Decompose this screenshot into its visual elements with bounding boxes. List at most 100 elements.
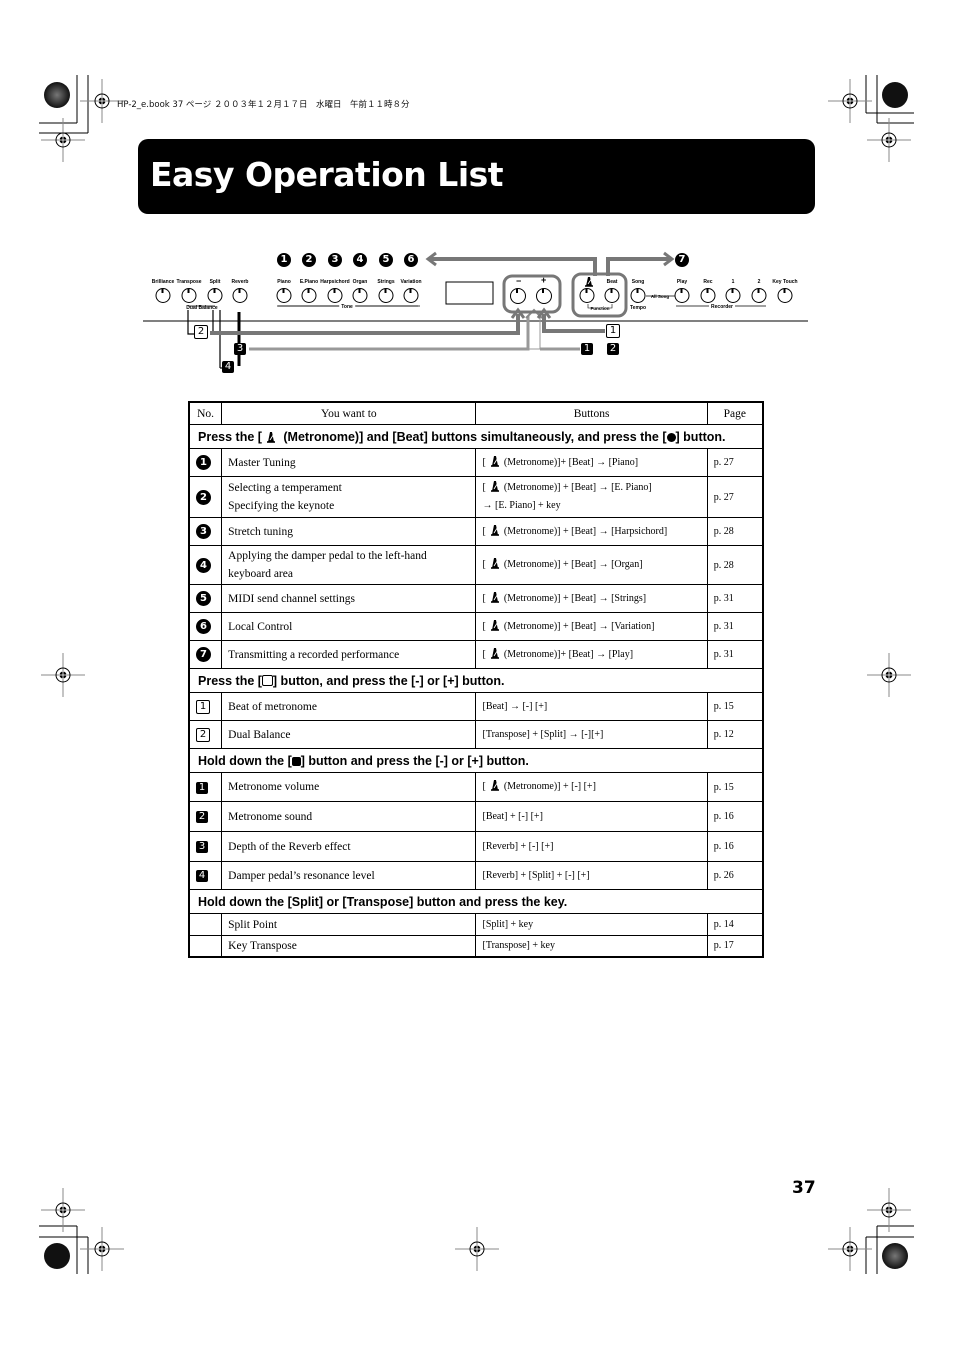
dual-balance-label: Dual Balance: [186, 305, 218, 311]
recorder-label: Recorder: [709, 304, 735, 310]
callout-filled-1: 1: [581, 343, 593, 355]
buttons-text: (Metronome)] + [Beat] → [Organ]: [503, 559, 643, 570]
page-title: Easy Operation List: [150, 155, 504, 194]
row-number: 1: [188, 692, 223, 721]
row-number-badge: 1: [196, 455, 211, 470]
row-number: 2: [188, 476, 223, 518]
table-row: 1 Metronome volume [(Metronome)] + [-] [+]…: [188, 772, 764, 802]
want-cell: Selecting a temperament Specifying the ke…: [221, 476, 477, 518]
page-reference: p. 26: [706, 861, 764, 890]
row-number-badge: 3: [196, 524, 211, 539]
col-header-no: No.: [188, 401, 223, 425]
knob-label-piano: Piano: [277, 279, 291, 285]
buttons-text: [Transpose] + key: [482, 939, 555, 951]
page-reference: p. 14: [706, 913, 764, 936]
section-header-row: Press the [ ] button, and press the [-] o…: [188, 668, 764, 693]
page-reference: p. 12: [706, 720, 764, 749]
table-row: 3 Stretch tuning [(Metronome)] + [Beat] → …: [188, 517, 764, 546]
row-number-badge: 6: [196, 619, 211, 634]
reverb-knob: [232, 288, 248, 303]
row-number: 2: [188, 801, 223, 832]
print-header: HP-2_e.book 37 ページ ２００３年１２月１７日 水曜日 午前１１時…: [117, 100, 410, 110]
table-row: 3 Depth of the Reverb effect [Reverb] + [-…: [188, 831, 764, 862]
brilliance-knob: [155, 288, 171, 303]
table-row: 4 Applying the damper pedal to the left-h…: [188, 545, 764, 585]
row-number: 7: [188, 640, 223, 669]
knob-label-brilliance: Brilliance: [151, 279, 175, 285]
row-number: 1: [188, 772, 223, 802]
buttons-text: [Beat] + [-] [+]: [482, 810, 543, 822]
table-row: 4 Damper pedal’s resonance level [Reverb] …: [188, 861, 764, 890]
table-row: 6 Local Control [(Metronome)] + [Beat] → […: [188, 612, 764, 641]
buttons-cell: [Transpose] + key: [475, 935, 708, 957]
row-number: 4: [188, 545, 223, 585]
page-reference: p. 16: [706, 801, 764, 832]
section-title: Hold down the [] button and press the [-…: [188, 748, 764, 773]
page-reference: p. 28: [706, 545, 764, 585]
beat-knob: [604, 288, 620, 303]
buttons-text: → [E. Piano] + key: [482, 500, 561, 511]
table-row: Split Point [Split] + key p. 14: [188, 913, 764, 936]
metronome-icon: [490, 481, 499, 492]
table-body: Press the [ (Metronome)] and [Beat] butt…: [188, 424, 764, 957]
want-text: Damper pedal’s resonance level: [228, 869, 375, 882]
stop-button-icon: [291, 756, 301, 766]
table-row: 7 Transmitting a recorded performance [(Me…: [188, 640, 764, 669]
page-reference: p. 31: [706, 612, 764, 641]
callout-filled-2: 2: [607, 343, 619, 355]
row-number-badge: 2: [196, 811, 208, 823]
knob-label-strings: Strings: [377, 279, 395, 285]
page-reference: p. 17: [706, 935, 764, 957]
plus-button: [536, 288, 552, 304]
metronome-icon: [490, 619, 499, 631]
want-text: Applying the damper pedal to the left-ha…: [228, 550, 427, 562]
play-label: Play: [676, 279, 688, 285]
callout-3: 3: [328, 253, 342, 267]
metronome-icon: [490, 455, 499, 467]
col-header-page: Page: [706, 401, 764, 425]
callout-1: 1: [277, 253, 291, 267]
section-title: Hold down the [Split] or [Transpose] but…: [188, 889, 764, 914]
want-cell: Local Control: [221, 612, 477, 641]
buttons-cell: [Beat] → [-] [+]: [475, 692, 708, 721]
want-text: Selecting a temperament: [228, 482, 342, 494]
page-reference: p. 16: [706, 831, 764, 862]
transpose-knob: [181, 288, 197, 303]
table-row: 5 MIDI send channel settings [(Metronome)]…: [188, 584, 764, 613]
metronome-knob: [579, 288, 595, 303]
want-text: Stretch tuning: [228, 525, 293, 538]
section-title-text: Hold down the [Split] or [Transpose] but…: [198, 894, 568, 909]
table-header-row: No. You want to Buttons Page: [188, 401, 764, 425]
want-cell: Master Tuning: [221, 448, 477, 477]
metronome-icon: [490, 591, 499, 603]
page-reference: p. 31: [706, 640, 764, 669]
row-number-badge: 2: [196, 727, 210, 742]
buttons-cell: [(Metronome)] + [-] [+]: [475, 772, 708, 802]
buttons-cell: [Transpose] + [Split] → [-][+]: [475, 720, 708, 749]
buttons-cell: [Reverb] + [-] [+]: [475, 831, 708, 862]
row-number-badge: 1: [196, 781, 208, 794]
want-cell: Damper pedal’s resonance level: [221, 861, 477, 890]
knob-label-epiano: E.Piano: [299, 279, 319, 285]
section-title-text: Press the [: [198, 673, 262, 688]
beat-label: Beat: [606, 279, 618, 285]
row-number-badge: 7: [196, 647, 211, 662]
tempo-label: Tempo: [629, 305, 647, 311]
want-text: Specifying the keynote: [228, 500, 335, 512]
play-knob: [674, 288, 690, 303]
callout-7: 7: [675, 253, 689, 267]
track1-label: 1: [731, 279, 735, 285]
want-text: Metronome sound: [228, 810, 313, 823]
page-reference: p. 27: [706, 476, 764, 518]
metronome-icon: [585, 277, 593, 287]
want-text: Metronome volume: [228, 781, 320, 793]
want-cell: Split Point: [221, 913, 477, 936]
table-row: 1 Beat of metronome [Beat] → [-] [+] p. 15: [188, 692, 764, 721]
row-number: 3: [188, 831, 223, 862]
buttons-text: [Reverb] + [-] [+]: [482, 840, 554, 852]
section-title-text: ] button, and press the [-] or [+] butto…: [272, 673, 505, 688]
want-text: Split Point: [228, 918, 278, 931]
song-knob: [630, 288, 646, 303]
row-number-badge: 2: [196, 489, 211, 505]
record-dot-icon: [666, 432, 676, 442]
